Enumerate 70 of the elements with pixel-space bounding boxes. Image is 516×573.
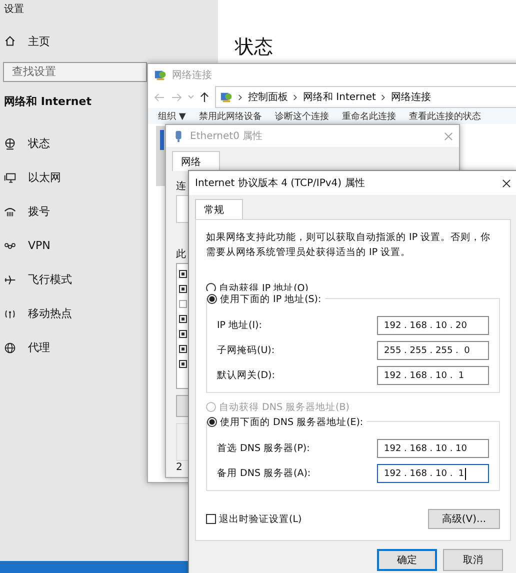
nav-item[interactable]: 拨号 — [28, 204, 50, 219]
breadcrumb-item[interactable]: 网络和 Internet — [303, 90, 376, 104]
dialog-title: Internet 协议版本 4 (TCP/IPv4) 属性 — [195, 176, 365, 190]
radio-label[interactable]: 使用下面的 IP 地址(S): — [220, 292, 322, 306]
nav-item[interactable]: 飞行模式 — [28, 272, 72, 287]
toolbar-item[interactable]: 禁用此网络设备 — [198, 113, 262, 119]
window-title: Ethernet0 属性 — [190, 130, 263, 143]
field-label: 备用 DNS 服务器(A): — [217, 467, 312, 480]
breadcrumb-item[interactable]: 控制面板 — [248, 90, 288, 104]
field-label: 首选 DNS 服务器(P): — [217, 442, 311, 455]
chevron-icon — [380, 94, 386, 100]
checkbox-label[interactable]: 退出时验证设置(L) — [219, 512, 425, 526]
text-cursor — [465, 468, 466, 480]
home-icon — [4, 35, 16, 47]
ip-address-field[interactable]: 192 . 168 . 10 . 1 — [377, 464, 489, 483]
field-label: 子网掩码(U): — [217, 344, 276, 357]
field-label: 连 — [176, 180, 186, 193]
advanced-button[interactable]: 高级(V)... — [428, 509, 500, 529]
nav-item[interactable]: 移动热点 — [28, 306, 72, 321]
radio-label[interactable]: 使用下面的 DNS 服务器地址(E): — [220, 416, 364, 428]
nav-item[interactable]: 代理 — [28, 340, 50, 355]
window-title: 网络连接 — [172, 68, 212, 82]
ok-button[interactable]: 确定 — [377, 549, 437, 571]
globe-icon — [4, 342, 16, 354]
close-icon[interactable] — [502, 178, 511, 188]
ip-address-field[interactable]: 255 . 255 . 255 . 0 — [377, 341, 489, 360]
window-title: 设置 — [3, 2, 25, 17]
control-panel-icon — [220, 90, 233, 104]
cancel-button[interactable]: 取消 — [443, 549, 503, 571]
radio-button[interactable] — [207, 294, 217, 304]
nav-item[interactable]: 状态 — [28, 136, 50, 151]
checkbox[interactable] — [179, 345, 187, 353]
chevron-icon — [238, 94, 243, 100]
toolbar-item[interactable]: 重命名此连接 — [342, 113, 396, 119]
search-field[interactable]: 查找设置 — [3, 62, 147, 82]
checkbox[interactable] — [179, 285, 187, 293]
checkbox[interactable] — [179, 360, 187, 368]
checkbox[interactable] — [179, 330, 187, 338]
section-title: 网络和 Internet — [4, 94, 92, 108]
checkbox[interactable] — [179, 315, 187, 323]
description-text: 如果网络支持此功能，则可以获取自动指派的 IP 设置。否则，你需要从网络系统管理员处获得适当的 IP 设置。 — [206, 231, 491, 260]
toolbar-item[interactable]: 组织 ▼ — [158, 113, 186, 119]
up-icon[interactable] — [200, 92, 209, 102]
toolbar-item[interactable]: 查看此连接的状态 — [408, 113, 481, 119]
checkbox[interactable] — [206, 514, 216, 524]
checkbox[interactable] — [179, 300, 187, 308]
ip-address-field[interactable]: 192 . 168 . 10 . 1 — [377, 366, 489, 385]
page-title: 状态 — [235, 35, 273, 60]
monitor-icon — [4, 172, 16, 184]
chevron-icon — [293, 94, 298, 100]
field-label: IP 地址(I): — [217, 319, 263, 332]
tab[interactable]: 常规 — [195, 199, 243, 219]
hotspot-icon — [4, 308, 16, 320]
nav-item[interactable]: 主页 — [28, 34, 50, 48]
network-icon — [154, 68, 167, 82]
airplane-icon — [4, 274, 16, 286]
ip-address-field[interactable]: 192 . 168 . 10 . 10 — [377, 439, 489, 458]
toolbar-item[interactable]: 诊断这个连接 — [274, 113, 329, 119]
nav-item[interactable]: 以太网 — [28, 170, 61, 185]
checkbox[interactable] — [179, 270, 187, 278]
tab[interactable]: 网络 — [172, 151, 220, 171]
list-label: 此 — [176, 248, 186, 261]
footer-text: 2 — [176, 462, 182, 475]
radio-button[interactable] — [207, 417, 217, 427]
field-label: 默认网关(D): — [217, 369, 276, 382]
ip-address-field[interactable]: 192 . 168 . 10 . 20 — [377, 316, 489, 335]
address-bar[interactable]: 控制面板 网络和 Internet 网络连接 — [215, 86, 516, 108]
breadcrumb-item[interactable]: 网络连接 — [390, 90, 431, 104]
nav-item[interactable]: VPN — [28, 239, 50, 252]
globe-icon — [4, 138, 16, 150]
